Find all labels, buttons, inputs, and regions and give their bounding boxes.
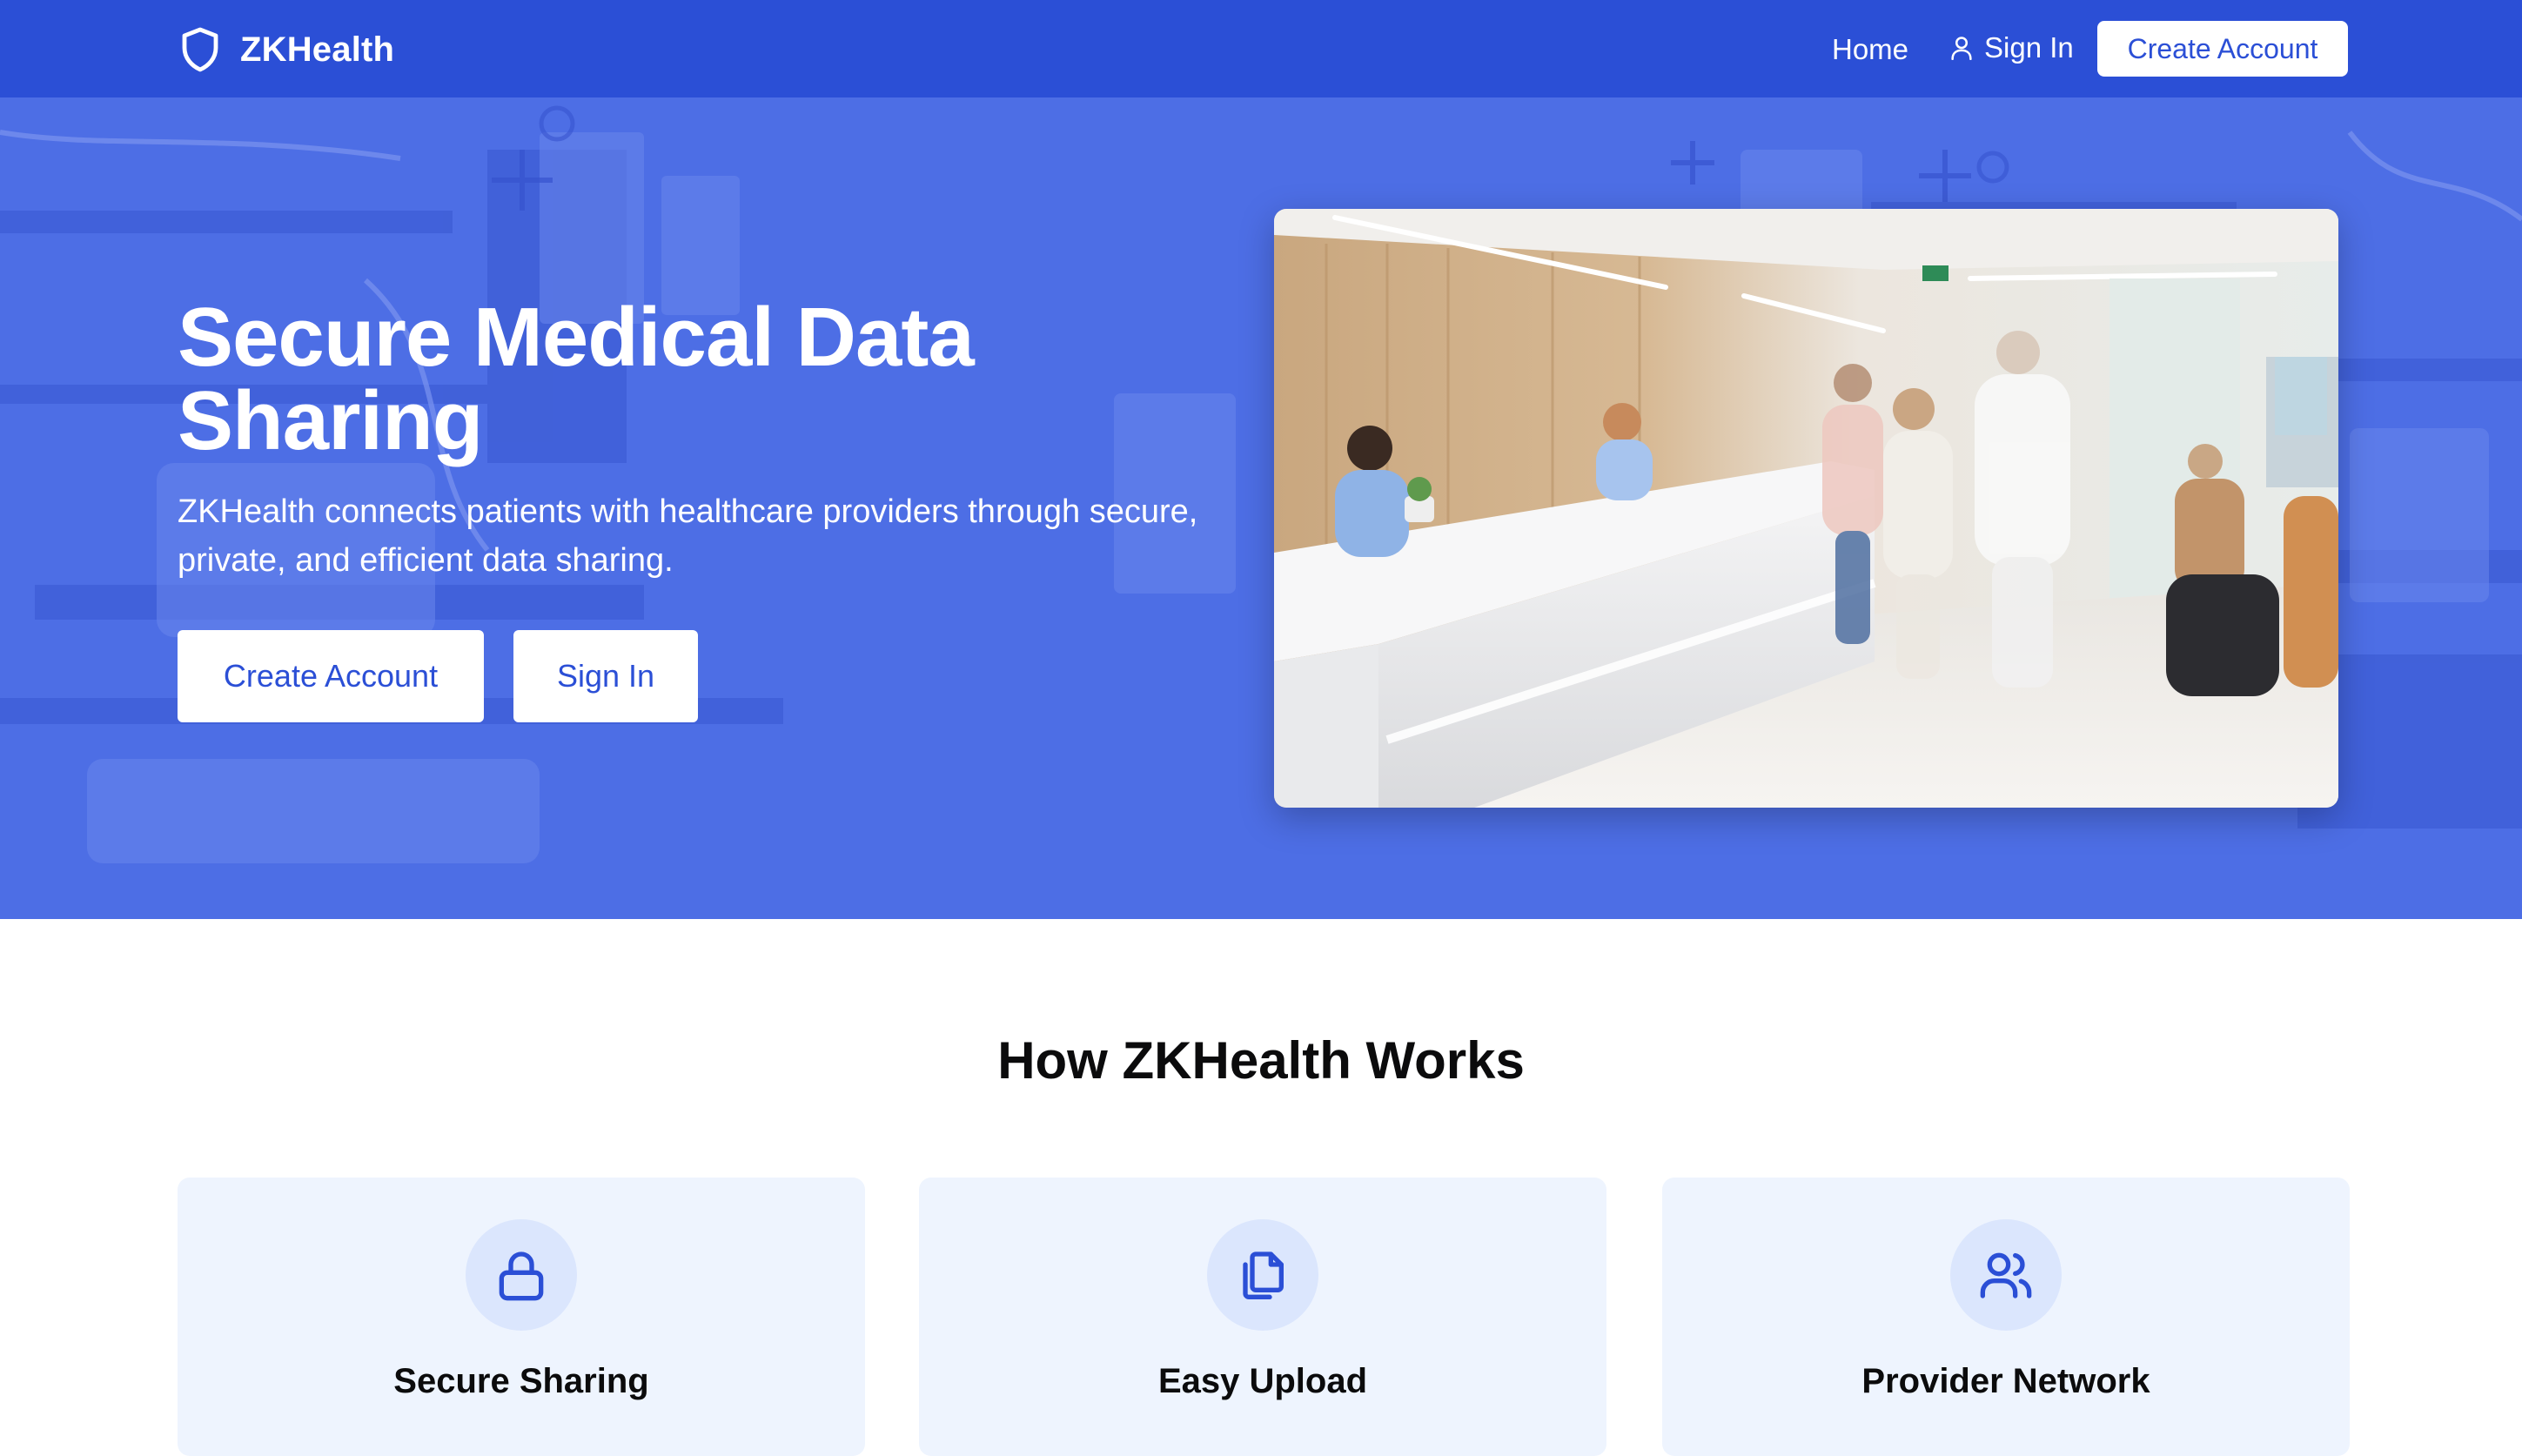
user-icon	[1949, 35, 1974, 61]
brand-logo-link[interactable]: ZKHealth	[179, 26, 394, 73]
users-icon	[1950, 1219, 2062, 1331]
feature-card-provider-network: Provider Network	[1662, 1178, 2350, 1456]
hero-title: Secure Medical Data Sharing	[178, 291, 975, 467]
hero-signin-button[interactable]: Sign In	[513, 630, 698, 722]
top-navbar: ZKHealth Home Sign In Create Account	[0, 0, 2522, 97]
nav-create-account-button[interactable]: Create Account	[2097, 21, 2348, 77]
feature-card-title: Secure Sharing	[393, 1362, 649, 1400]
nav-signin-link[interactable]: Sign In	[1949, 33, 2074, 62]
shield-icon	[179, 26, 221, 73]
hero-clinic-photo	[1274, 209, 2338, 808]
feature-card-title: Easy Upload	[1157, 1362, 1368, 1400]
how-it-works-title: How ZKHealth Works	[997, 1031, 1525, 1090]
copy-file-icon	[1207, 1219, 1318, 1331]
hero-section: Secure Medical Data Sharing ZKHealth con…	[0, 97, 2522, 919]
feature-card-easy-upload: Easy Upload	[919, 1178, 1606, 1456]
nav-home-link[interactable]: Home	[1832, 35, 1908, 64]
feature-card-title: Provider Network	[1861, 1362, 2150, 1400]
feature-card-secure-sharing: Secure Sharing	[178, 1178, 865, 1456]
lock-icon	[466, 1219, 577, 1331]
brand-name: ZKHealth	[240, 30, 395, 69]
nav-signin-label: Sign In	[1984, 31, 2074, 64]
hero-create-account-button[interactable]: Create Account	[178, 630, 484, 722]
hero-subtitle: ZKHealth connects patients with healthca…	[178, 493, 1198, 579]
